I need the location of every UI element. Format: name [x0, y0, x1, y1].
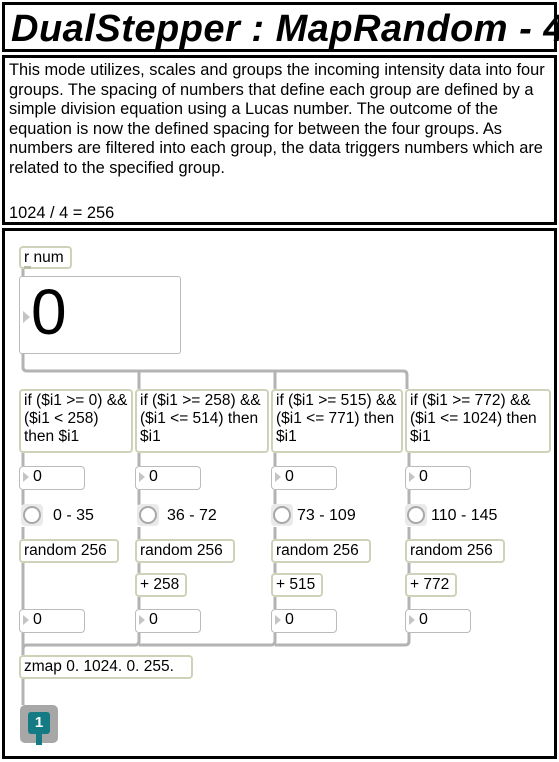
number-box-in-group-3[interactable]: 0 — [271, 466, 337, 490]
number-triangle-icon — [139, 615, 145, 625]
random-object-group-3[interactable]: random 256 — [271, 539, 371, 563]
random-object-group-4[interactable]: random 256 — [405, 539, 505, 563]
number-value: 0 — [149, 468, 158, 485]
bang-button-group-1[interactable] — [21, 504, 43, 526]
patcher-canvas[interactable]: r num 0 if ($i1 >= 0) && ($i1 < 258) the… — [2, 228, 557, 759]
equation-text: 1024 / 4 = 256 — [9, 204, 115, 222]
bang-button-group-2[interactable] — [137, 504, 159, 526]
offset-object-group-2[interactable]: + 258 — [135, 573, 187, 597]
number-triangle-icon — [275, 615, 281, 625]
if-object-group-2[interactable]: if ($i1 >= 258) && ($i1 <= 514) then $i1 — [135, 389, 269, 453]
random-object-group-1[interactable]: random 256 — [19, 539, 119, 563]
number-box-in-group-2[interactable]: 0 — [135, 466, 201, 490]
number-triangle-icon — [139, 472, 145, 482]
number-value: 0 — [285, 468, 294, 485]
patch-cord — [21, 633, 141, 650]
random-label: random 256 — [276, 542, 359, 559]
channel-number: 1 — [28, 712, 50, 734]
range-label-group-1: 0 - 35 — [53, 507, 94, 524]
number-value: 0 — [419, 468, 428, 485]
number-value: 0 — [149, 611, 158, 628]
patch-cord — [139, 633, 277, 647]
offset-object-group-4[interactable]: + 772 — [405, 573, 457, 597]
number-box-in-group-4[interactable]: 0 — [405, 466, 471, 490]
description-text: This mode utilizes, scales and groups th… — [9, 61, 545, 177]
if-expression: if ($i1 >= 515) && ($i1 <= 771) then $i1 — [276, 392, 397, 446]
number-box-out-group-4[interactable]: 0 — [405, 609, 471, 633]
offset-label: + 258 — [140, 576, 180, 593]
bang-button-group-4[interactable] — [405, 504, 427, 526]
if-object-group-1[interactable]: if ($i1 >= 0) && ($i1 < 258) then $i1 — [19, 389, 133, 453]
bang-icon — [273, 506, 291, 524]
if-expression: if ($i1 >= 258) && ($i1 <= 514) then $i1 — [140, 392, 261, 446]
receive-object[interactable]: r num — [19, 246, 72, 269]
big-number-box[interactable]: 0 — [19, 276, 181, 354]
range-label-group-4: 110 - 145 — [431, 507, 498, 524]
description-panel: This mode utilizes, scales and groups th… — [2, 55, 557, 225]
big-number-value: 0 — [31, 276, 67, 348]
bang-icon — [23, 506, 41, 524]
bang-icon — [139, 506, 157, 524]
random-label: random 256 — [24, 542, 107, 559]
range-label-group-3: 73 - 109 — [297, 507, 356, 524]
bang-button-group-3[interactable] — [271, 504, 293, 526]
number-triangle-icon — [409, 472, 415, 482]
number-triangle-icon — [23, 615, 29, 625]
random-label: random 256 — [410, 542, 493, 559]
title-panel: DualStepper : MapRandom - 4 — [2, 2, 559, 52]
if-object-group-4[interactable]: if ($i1 >= 772) && ($i1 <= 1024) then $i… — [405, 389, 551, 453]
zmap-label: zmap 0. 1024. 0. 255. — [24, 658, 174, 675]
bang-icon — [407, 506, 425, 524]
offset-label: + 772 — [410, 576, 450, 593]
number-triangle-icon — [409, 615, 415, 625]
number-box-in-group-1[interactable]: 0 — [19, 466, 85, 490]
if-expression: if ($i1 >= 772) && ($i1 <= 1024) then $i… — [410, 392, 537, 446]
number-triangle-icon — [275, 472, 281, 482]
outlet[interactable] — [24, 266, 31, 269]
number-value: 0 — [33, 611, 42, 628]
number-value: 0 — [419, 611, 428, 628]
number-box-out-group-3[interactable]: 0 — [271, 609, 337, 633]
zmap-object[interactable]: zmap 0. 1024. 0. 255. — [19, 655, 193, 679]
if-expression: if ($i1 >= 0) && ($i1 < 258) then $i1 — [24, 392, 128, 446]
patch-cord — [275, 633, 411, 647]
if-object-group-3[interactable]: if ($i1 >= 515) && ($i1 <= 771) then $i1 — [271, 389, 403, 453]
offset-label: + 515 — [276, 576, 316, 593]
offset-object-group-3[interactable]: + 515 — [271, 573, 323, 597]
page-title: DualStepper : MapRandom - 4 — [11, 8, 559, 50]
number-box-out-group-2[interactable]: 0 — [135, 609, 201, 633]
number-triangle-icon — [23, 472, 29, 482]
number-triangle-icon — [23, 311, 30, 323]
random-object-group-2[interactable]: random 256 — [135, 539, 235, 563]
random-label: random 256 — [140, 542, 223, 559]
receive-label: r num — [24, 249, 64, 266]
range-label-group-2: 36 - 72 — [167, 507, 217, 524]
output-cable-icon — [36, 733, 42, 745]
patch-cord — [21, 351, 409, 389]
number-value: 0 — [33, 468, 42, 485]
number-box-out-group-1[interactable]: 0 — [19, 609, 85, 633]
audio-output-button[interactable]: 1 — [20, 705, 58, 745]
number-value: 0 — [285, 611, 294, 628]
